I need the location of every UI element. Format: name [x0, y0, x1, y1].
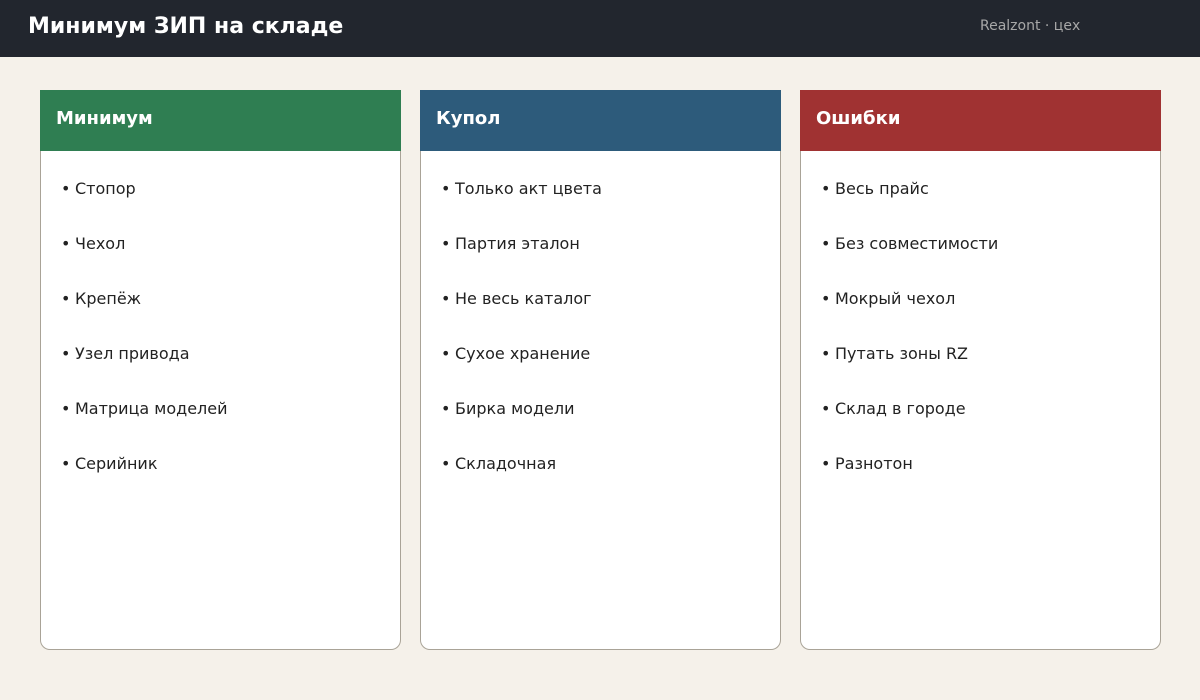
list-item: • Серийник — [61, 453, 228, 508]
list-item: • Не весь каталог — [441, 288, 602, 343]
column-header-errors: Ошибки — [800, 90, 1161, 151]
item-label: Мокрый чехол — [835, 289, 956, 308]
top-bar: Минимум ЗИП на складе Realzont · цех — [0, 0, 1200, 57]
column-minimum: Минимум • Стопор • Чехол • Крепёж • Узел при… — [40, 90, 401, 650]
item-label: Стопор — [75, 179, 136, 198]
item-label: Партия эталон — [455, 234, 580, 253]
column-title: Минимум — [56, 108, 153, 129]
list-item: • Партия эталон — [441, 233, 602, 288]
bullet-icon: • — [821, 179, 831, 198]
item-label: Путать зоны RZ — [835, 344, 969, 363]
bullet-icon: • — [441, 234, 451, 253]
bullet-icon: • — [441, 454, 451, 473]
item-label: Серийник — [75, 454, 158, 473]
column-header-dome: Купол — [420, 90, 781, 151]
bullet-icon: • — [61, 234, 71, 253]
list-item: • Чехол — [61, 233, 228, 288]
list-item: • Узел привода — [61, 343, 228, 398]
column-list: • Стопор • Чехол • Крепёж • Узел привода • Ма… — [61, 178, 228, 508]
list-item: • Склад в городе — [821, 398, 998, 453]
bullet-icon: • — [61, 344, 71, 363]
list-item: • Сухое хранение — [441, 343, 602, 398]
bullet-icon: • — [441, 344, 451, 363]
list-item: • Путать зоны RZ — [821, 343, 998, 398]
list-item: • Без совместимости — [821, 233, 998, 288]
bullet-icon: • — [61, 399, 71, 418]
item-label: Складочная — [455, 454, 557, 473]
list-item: • Матрица моделей — [61, 398, 228, 453]
list-item: • Стопор — [61, 178, 228, 233]
column-list: • Только акт цвета • Партия эталон • Не вес… — [441, 178, 602, 508]
column-title: Ошибки — [816, 108, 901, 129]
item-label: Сухое хранение — [455, 344, 591, 363]
item-label: Только акт цвета — [455, 179, 602, 198]
column-errors: Ошибки • Весь прайс • Без совместимости • М… — [800, 90, 1161, 650]
list-item: • Мокрый чехол — [821, 288, 998, 343]
bullet-icon: • — [821, 344, 831, 363]
column-list: • Весь прайс • Без совместимости • Мокрый ч… — [821, 178, 998, 508]
bullet-icon: • — [61, 289, 71, 308]
bullet-icon: • — [821, 399, 831, 418]
item-label: Бирка модели — [455, 399, 575, 418]
bullet-icon: • — [61, 454, 71, 473]
list-item: • Только акт цвета — [441, 178, 602, 233]
bullet-icon: • — [61, 179, 71, 198]
bullet-icon: • — [441, 289, 451, 308]
item-label: Без совместимости — [835, 234, 999, 253]
column-title: Купол — [436, 108, 501, 129]
list-item: • Весь прайс — [821, 178, 998, 233]
column-header-minimum: Минимум — [40, 90, 401, 151]
item-label: Разнотон — [835, 454, 913, 473]
item-label: Не весь каталог — [455, 289, 592, 308]
list-item: • Бирка модели — [441, 398, 602, 453]
bullet-icon: • — [821, 234, 831, 253]
list-item: • Складочная — [441, 453, 602, 508]
bullet-icon: • — [441, 399, 451, 418]
page-title: Минимум ЗИП на складе — [28, 14, 344, 39]
item-label: Крепёж — [75, 289, 142, 308]
list-item: • Разнотон — [821, 453, 998, 508]
columns-container: Минимум • Стопор • Чехол • Крепёж • Узел при… — [40, 90, 1161, 651]
bullet-icon: • — [821, 454, 831, 473]
column-dome: Купол • Только акт цвета • Партия эталон •… — [420, 90, 781, 650]
bullet-icon: • — [821, 289, 831, 308]
bullet-icon: • — [441, 179, 451, 198]
list-item: • Крепёж — [61, 288, 228, 343]
item-label: Чехол — [75, 234, 126, 253]
workshop-label: Realzont · цех — [980, 18, 1081, 34]
item-label: Узел привода — [75, 344, 190, 363]
item-label: Матрица моделей — [75, 399, 228, 418]
item-label: Весь прайс — [835, 179, 929, 198]
item-label: Склад в городе — [835, 399, 966, 418]
